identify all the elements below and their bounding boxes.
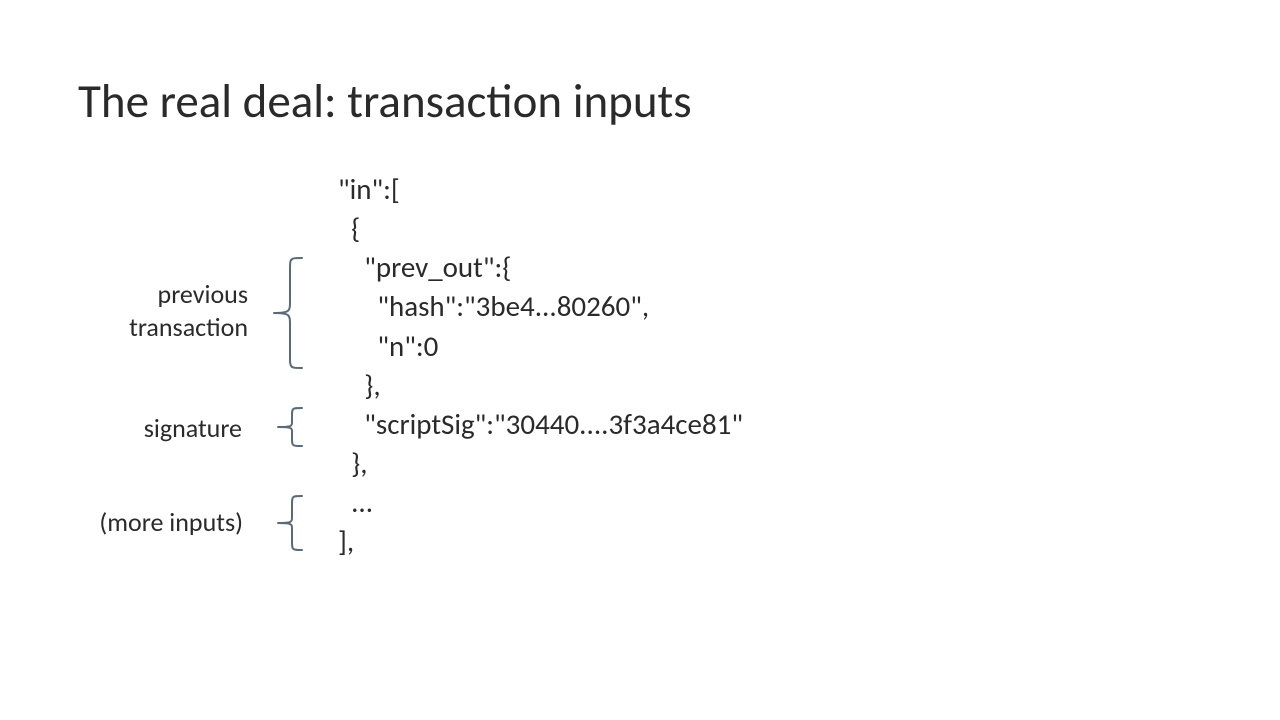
label-more-inputs: (more inputs) — [78, 506, 243, 539]
code-line: "scriptSig":"30440....3f3a4ce81" — [338, 406, 743, 442]
label-text: (more inputs) — [99, 506, 243, 538]
brace-previous-icon — [262, 254, 312, 372]
label-text-line2: transaction — [129, 311, 248, 343]
brace-signature-icon — [262, 402, 312, 452]
code-line: "prev_out":{ — [338, 249, 511, 285]
code-line: ], — [338, 523, 354, 559]
code-line: "in":[ — [338, 171, 400, 207]
label-previous-transaction: previous transaction — [108, 278, 248, 343]
label-text-line1: previous — [158, 278, 248, 310]
code-line: "hash":"3be4...80260", — [338, 288, 649, 324]
code-line: }, — [338, 367, 381, 403]
brace-more-inputs-icon — [262, 490, 312, 556]
label-text: signature — [144, 412, 242, 444]
code-line: ... — [338, 484, 373, 520]
slide-title: The real deal: transaction inputs — [78, 72, 692, 130]
code-line: "n":0 — [338, 328, 438, 364]
code-block: "in":[ { "prev_out":{ "hash":"3be4...802… — [338, 170, 743, 561]
code-line: { — [338, 210, 360, 246]
label-signature: signature — [122, 412, 242, 445]
code-line: }, — [338, 445, 367, 481]
